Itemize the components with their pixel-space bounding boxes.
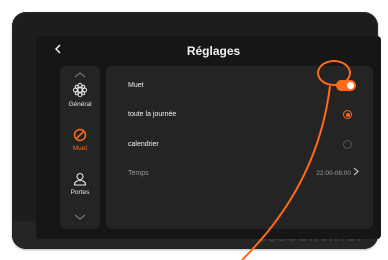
callout-line <box>241 85 331 260</box>
